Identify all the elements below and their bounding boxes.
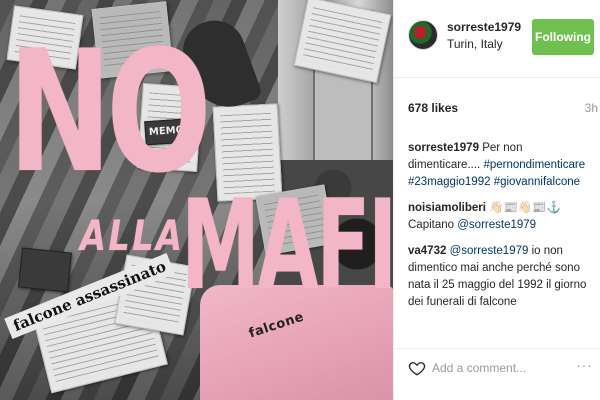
- hashtag-link[interactable]: #23maggio1992: [408, 176, 491, 188]
- comment-item: noisiamoliberi 👋🏻📰👋🏻📰⚓ Capitano @sorrest…: [408, 200, 594, 234]
- post-photo: MEMO falcone assassinato falcone NO ALLA…: [0, 0, 393, 400]
- headline-mafia: MAFIA: [181, 174, 393, 318]
- headline-alla: ALLA: [80, 211, 185, 260]
- comment-list: sorreste1979 Per non dimenticare.... #pe…: [408, 140, 594, 320]
- post-location[interactable]: Turin, Italy: [447, 37, 503, 51]
- likes-count[interactable]: 678 likes: [408, 101, 458, 115]
- comment-username[interactable]: va4732: [408, 245, 446, 257]
- headline-no: NO: [8, 14, 212, 210]
- heart-icon[interactable]: [408, 359, 426, 377]
- author-username[interactable]: sorreste1979: [447, 20, 521, 34]
- likes-row: 678 likes 3h: [408, 101, 598, 117]
- hashtag-link[interactable]: #giovannifalcone: [494, 176, 580, 188]
- mention-link[interactable]: @sorreste1979: [457, 219, 536, 231]
- hashtag-link[interactable]: #pernondimenticare: [483, 159, 585, 171]
- comment-input[interactable]: Add a comment...: [432, 361, 526, 375]
- following-button[interactable]: Following: [532, 19, 594, 55]
- more-options-icon[interactable]: ···: [576, 357, 593, 373]
- comment-item: va4732 @sorreste1979 io non dimentico ma…: [408, 243, 594, 311]
- comment-username[interactable]: noisiamoliberi: [408, 202, 486, 214]
- post-sidebar: sorreste1979 Turin, Italy Following 678 …: [393, 0, 600, 400]
- photo-scrap: [18, 247, 72, 293]
- post-timestamp[interactable]: 3h: [585, 101, 598, 115]
- comment-bar: Add a comment... ···: [394, 348, 600, 386]
- comment-username[interactable]: sorreste1979: [408, 142, 479, 154]
- avatar[interactable]: [408, 20, 438, 50]
- post-header: sorreste1979 Turin, Italy Following: [394, 0, 600, 78]
- mention-link[interactable]: @sorreste1979: [450, 245, 529, 257]
- comment-item: sorreste1979 Per non dimenticare.... #pe…: [408, 140, 594, 191]
